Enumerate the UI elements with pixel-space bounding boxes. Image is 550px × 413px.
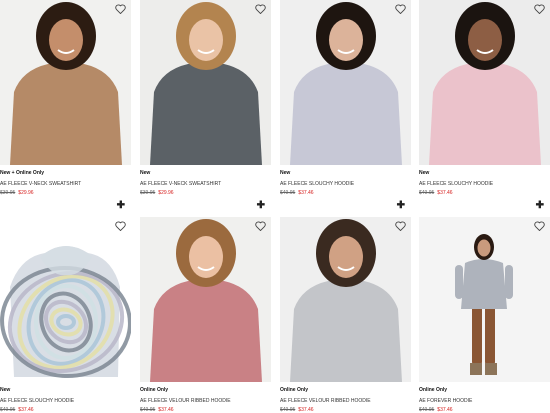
product-name[interactable]: AE Forever Hoodie bbox=[419, 398, 472, 404]
product-image[interactable] bbox=[140, 0, 271, 165]
heart-icon[interactable] bbox=[395, 4, 406, 14]
product-prices: $49.95 $37.46 bbox=[140, 407, 174, 413]
original-price: $49.95 bbox=[280, 190, 296, 196]
product-name[interactable]: AE Fleece Velour Ribbed Hoodie bbox=[140, 398, 231, 404]
original-price: $39.95 bbox=[0, 190, 16, 196]
product-image[interactable] bbox=[280, 217, 411, 382]
product-photo bbox=[140, 217, 271, 382]
sale-price: $37.46 bbox=[158, 407, 174, 413]
product-name[interactable]: AE Fleece Slouchy Hoodie bbox=[280, 181, 354, 187]
heart-icon[interactable] bbox=[115, 221, 126, 231]
product-prices: $39.95 $29.96 bbox=[140, 190, 174, 196]
sale-price: $29.96 bbox=[158, 190, 174, 196]
heart-icon[interactable] bbox=[534, 4, 545, 14]
product-image[interactable] bbox=[419, 217, 550, 382]
product-prices: $49.95 $37.46 bbox=[419, 190, 453, 196]
product-image[interactable] bbox=[280, 0, 411, 165]
product-photo bbox=[419, 0, 550, 165]
product-badge: New bbox=[280, 170, 291, 176]
sale-price: $29.96 bbox=[18, 190, 34, 196]
product-badge: Online Only bbox=[280, 387, 309, 393]
original-price: $49.95 bbox=[140, 407, 156, 413]
sale-price: $37.46 bbox=[437, 407, 453, 413]
quick-add-icon[interactable]: ✚ bbox=[397, 201, 405, 211]
product-badge: New bbox=[0, 387, 11, 393]
sale-price: $37.46 bbox=[298, 407, 314, 413]
product-name[interactable]: AE Fleece Slouchy Hoodie bbox=[0, 398, 74, 404]
product-photo bbox=[140, 0, 271, 165]
product-name[interactable]: AE Fleece Slouchy Hoodie bbox=[419, 181, 493, 187]
heart-icon[interactable] bbox=[534, 221, 545, 231]
product-badge: Online Only bbox=[140, 387, 169, 393]
product-prices: $39.95 $29.96 bbox=[0, 190, 34, 196]
product-prices: $49.95 $37.46 bbox=[280, 190, 314, 196]
product-badge: New bbox=[419, 170, 430, 176]
sale-price: $37.46 bbox=[437, 190, 453, 196]
original-price: $49.95 bbox=[0, 407, 16, 413]
heart-icon[interactable] bbox=[115, 4, 126, 14]
product-photo bbox=[280, 0, 411, 165]
quick-add-icon[interactable]: ✚ bbox=[536, 201, 544, 211]
original-price: $49.95 bbox=[280, 407, 296, 413]
product-image[interactable] bbox=[140, 217, 271, 382]
original-price: $39.95 bbox=[140, 190, 156, 196]
product-name[interactable]: AE Fleece Velour Ribbed Hoodie bbox=[280, 398, 371, 404]
original-price: $49.95 bbox=[419, 190, 435, 196]
heart-icon[interactable] bbox=[255, 221, 266, 231]
product-photo bbox=[280, 217, 411, 382]
product-image[interactable] bbox=[0, 217, 131, 382]
product-name[interactable]: AE Fleece V-Neck Sweatshirt bbox=[0, 181, 81, 187]
sale-price: $37.46 bbox=[18, 407, 34, 413]
quick-add-icon[interactable]: ✚ bbox=[257, 201, 265, 211]
product-image[interactable] bbox=[419, 0, 550, 165]
product-image[interactable] bbox=[0, 0, 131, 165]
product-prices: $49.95 $37.46 bbox=[0, 407, 34, 413]
product-badge: New bbox=[140, 170, 151, 176]
quick-add-icon[interactable]: ✚ bbox=[117, 201, 125, 211]
product-name[interactable]: AE Fleece V-Neck Sweatshirt bbox=[140, 181, 221, 187]
product-badge: Online Only bbox=[419, 387, 448, 393]
product-photo bbox=[0, 217, 131, 382]
heart-icon[interactable] bbox=[255, 4, 266, 14]
product-prices: $49.95 $37.46 bbox=[419, 407, 453, 413]
product-photo bbox=[0, 0, 131, 165]
heart-icon[interactable] bbox=[395, 221, 406, 231]
product-badge: New + Online Only bbox=[0, 170, 45, 176]
product-photo bbox=[419, 217, 550, 382]
sale-price: $37.46 bbox=[298, 190, 314, 196]
product-prices: $49.95 $37.46 bbox=[280, 407, 314, 413]
original-price: $49.95 bbox=[419, 407, 435, 413]
